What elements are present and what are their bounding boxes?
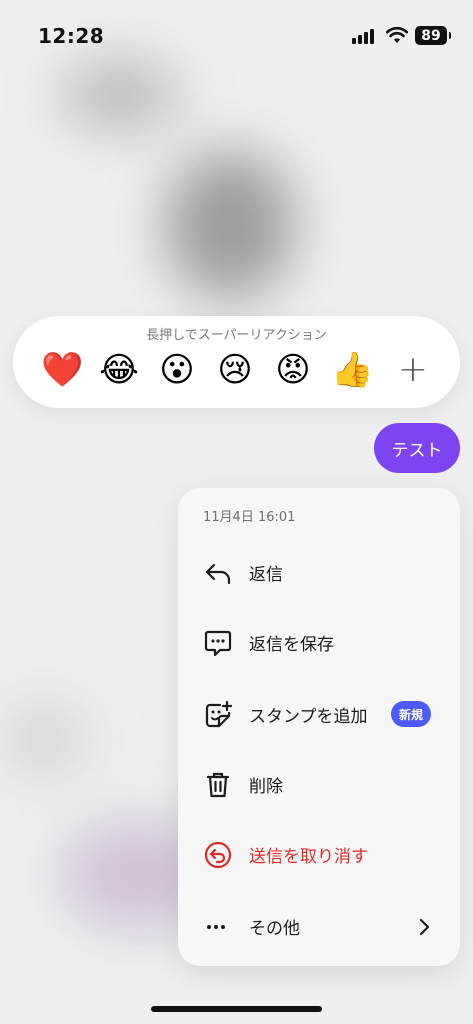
status-time: 12:28 <box>38 24 105 48</box>
heart-icon[interactable]: ❤️ <box>41 350 83 390</box>
unsend-icon <box>204 841 232 869</box>
message-timestamp: 11月4日 16:01 <box>203 510 296 525</box>
menu-item-label: 送信を取り消す <box>249 847 368 867</box>
battery-icon: 89 <box>415 26 451 45</box>
add-reaction-button[interactable]: + <box>393 350 433 390</box>
menu-item-label: スタンプを追加 <box>249 707 368 727</box>
menu-item-save-reply[interactable]: 返信を保存 <box>178 612 460 672</box>
add-sticker-icon <box>205 700 233 728</box>
angry-icon[interactable]: 😡 <box>273 350 313 390</box>
crying-icon[interactable]: 😢 <box>215 350 255 390</box>
menu-item-label: その他 <box>249 919 300 939</box>
background-blur <box>165 150 295 300</box>
menu-item-add-sticker[interactable]: スタンプを追加 新規 <box>178 684 460 744</box>
more-icon <box>207 925 225 929</box>
reply-icon <box>205 563 231 585</box>
reaction-hint: 長押しでスーパーリアクション <box>146 328 327 343</box>
menu-item-unsend[interactable]: 送信を取り消す <box>178 824 460 884</box>
home-indicator[interactable] <box>151 1006 322 1012</box>
menu-item-label: 削除 <box>249 777 283 797</box>
wifi-icon <box>386 26 408 43</box>
reaction-bar: 長押しでスーパーリアクション ❤️ 😂 😮 😢 😡 👍 + <box>13 316 460 408</box>
background-blur <box>0 700 90 780</box>
menu-item-reply[interactable]: 返信 <box>178 542 460 602</box>
save-reply-icon <box>204 630 232 657</box>
status-bar: 12:28 89 <box>0 0 473 60</box>
chevron-right-icon <box>419 918 430 936</box>
surprised-icon[interactable]: 😮 <box>157 350 197 390</box>
menu-item-more[interactable]: その他 <box>178 896 460 956</box>
message-context-menu: 11月4日 16:01 返信 返信を保存 スタンプを追加 新規 削除 送信を取り… <box>178 488 460 966</box>
menu-item-label: 返信 <box>249 565 283 585</box>
cellular-signal-icon <box>352 28 378 44</box>
trash-icon <box>206 772 230 798</box>
reaction-list: ❤️ 😂 😮 😢 😡 👍 <box>41 350 373 390</box>
thumbs-up-icon[interactable]: 👍 <box>331 350 373 390</box>
menu-item-label: 返信を保存 <box>249 635 334 655</box>
menu-item-delete[interactable]: 削除 <box>178 754 460 814</box>
background-blur <box>60 60 180 130</box>
message-bubble[interactable]: テスト <box>374 423 460 473</box>
laughing-icon[interactable]: 😂 <box>99 350 139 390</box>
new-badge: 新規 <box>391 701 431 727</box>
